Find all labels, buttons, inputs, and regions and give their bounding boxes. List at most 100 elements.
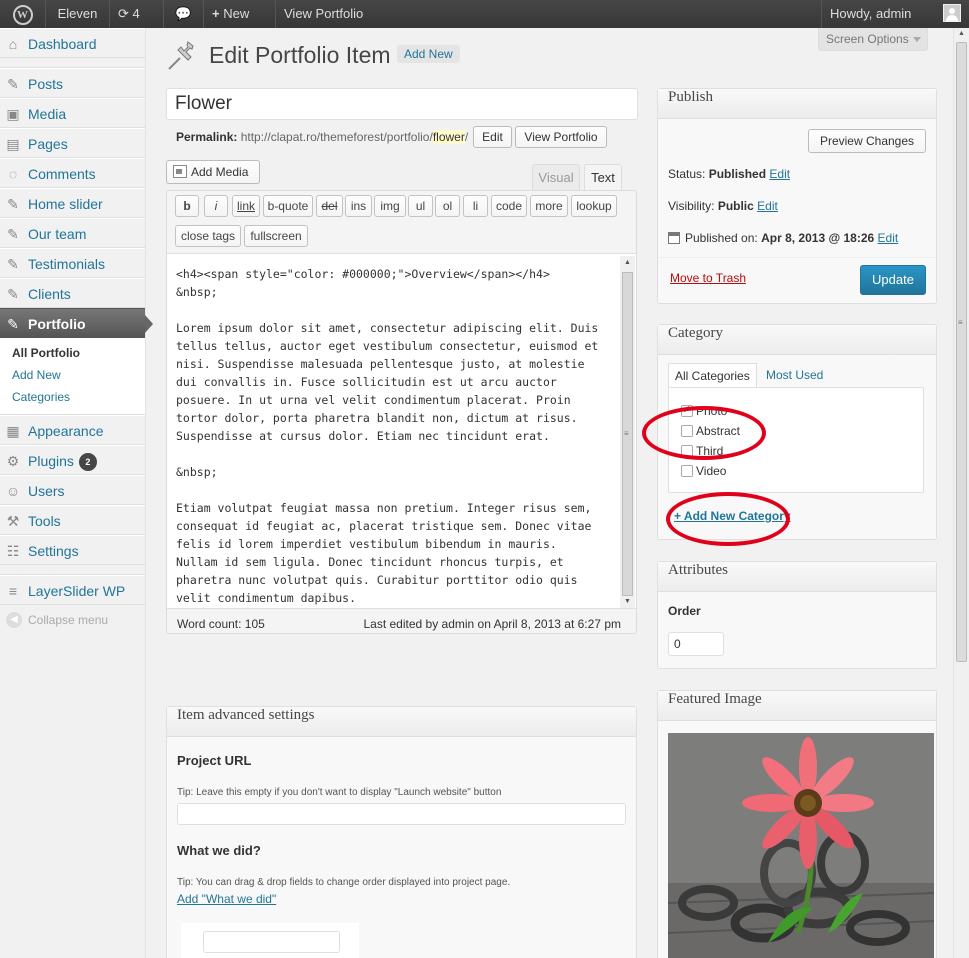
menu-comments[interactable]: ◌ Comments (0, 158, 145, 188)
menu-layerslider[interactable]: ≡ LayerSlider WP (0, 575, 145, 605)
qt-del-button[interactable]: del (316, 195, 343, 217)
permalink-label: Permalink: (176, 130, 238, 144)
comments-link[interactable]: 💬 (164, 0, 204, 28)
qt-ul-button[interactable]: ul (408, 195, 433, 217)
new-content-link[interactable]: + New (204, 0, 276, 28)
visibility-row: Visibility: Public Edit (668, 199, 778, 213)
what-we-did-input[interactable] (203, 931, 340, 953)
submenu-categories[interactable]: Categories (0, 386, 145, 408)
pushpin-icon: ✎ (7, 76, 19, 92)
edit-visibility-link[interactable]: Edit (757, 199, 778, 213)
screen-options-toggle[interactable]: Screen Options (818, 28, 928, 51)
attributes-title: Attributes (658, 562, 936, 592)
view-portfolio-link[interactable]: View Portfolio (276, 0, 376, 28)
site-name-link[interactable]: Eleven (46, 0, 110, 28)
menu-settings[interactable]: ☷ Settings (0, 535, 145, 565)
project-url-input[interactable] (177, 803, 626, 825)
menu-users[interactable]: ☺ Users (0, 475, 145, 505)
menu-testimonials[interactable]: ✎ Testimonials (0, 248, 145, 278)
submenu-all-portfolio[interactable]: All Portfolio (0, 342, 145, 364)
menu-separator (0, 565, 145, 575)
edit-permalink-button[interactable]: Edit (473, 126, 512, 148)
qt-lookup-button[interactable]: lookup (571, 195, 617, 217)
menu-label: Settings (28, 543, 79, 559)
category-checkbox[interactable] (681, 465, 693, 477)
qt-blockquote-button[interactable]: b-quote (263, 195, 313, 217)
menu-dashboard[interactable]: ⌂ Dashboard (0, 28, 145, 58)
order-label: Order (668, 604, 701, 618)
featured-image-title: Featured Image (658, 691, 936, 721)
permalink-slug[interactable]: flower (432, 130, 465, 144)
permalink-end: / (464, 130, 469, 144)
post-title-input[interactable]: Flower (166, 88, 638, 120)
qt-close-tags-button[interactable]: close tags (175, 225, 241, 247)
edit-status-link[interactable]: Edit (769, 167, 790, 181)
visibility-label: Visibility: (668, 199, 715, 213)
menu-label: Our team (28, 226, 87, 242)
qt-ins-button[interactable]: ins (345, 195, 372, 217)
featured-image-thumbnail[interactable] (668, 733, 934, 958)
menu-label: Clients (28, 286, 71, 302)
menu-separator (0, 58, 145, 68)
menu-media[interactable]: ▣ Media (0, 98, 145, 128)
qt-li-button[interactable]: li (463, 195, 488, 217)
appearance-icon: ▦ (6, 423, 20, 439)
wordpress-logo-menu[interactable]: W (0, 0, 46, 28)
menu-appearance[interactable]: ▦ Appearance (0, 415, 145, 445)
menu-clients[interactable]: ✎ Clients (0, 278, 145, 308)
qt-img-button[interactable]: img (374, 195, 406, 217)
add-media-button[interactable]: Add Media (166, 160, 260, 184)
chevron-down-icon (913, 37, 921, 42)
publish-title: Publish (658, 89, 936, 119)
menu-label: Users (28, 483, 65, 499)
menu-our-team[interactable]: ✎ Our team (0, 218, 145, 248)
content-textarea[interactable]: <h4><span style="color: #000000;">Overvi… (167, 253, 636, 609)
tab-visual[interactable]: Visual (532, 164, 580, 190)
editor-scrollbar[interactable]: ▲ ≡ ▼ (620, 256, 635, 608)
page-scrollbar[interactable]: ▲ ≡ (953, 28, 969, 958)
tab-all-categories[interactable]: All Categories (668, 363, 757, 387)
menu-label: Plugins (28, 453, 74, 469)
update-button[interactable]: Update (860, 265, 926, 295)
updates-link[interactable]: ⟳ 4 (110, 0, 164, 28)
menu-pages[interactable]: ▤ Pages (0, 128, 145, 158)
menu-label: Appearance (28, 423, 104, 439)
qt-link-button[interactable]: link (232, 195, 260, 217)
qt-italic-button[interactable]: i (204, 195, 228, 217)
page-scroll-thumb[interactable] (956, 42, 967, 662)
menu-plugins[interactable]: ⚙ Plugins 2 (0, 445, 145, 475)
collapse-menu-button[interactable]: ◀ Collapse menu (0, 605, 145, 635)
category-item[interactable]: Video (681, 464, 726, 478)
submenu-add-new[interactable]: Add New (0, 364, 145, 386)
edit-date-link[interactable]: Edit (878, 231, 899, 245)
advanced-settings-box: Item advanced settings Project URL Tip: … (166, 706, 637, 958)
menu-home-slider[interactable]: ✎ Home slider (0, 188, 145, 218)
tab-text[interactable]: Text (584, 164, 622, 190)
word-count: Word count: 105 (177, 617, 265, 631)
menu-label: Posts (28, 76, 64, 92)
qt-ol-button[interactable]: ol (435, 195, 460, 217)
menu-posts[interactable]: ✎ Posts (0, 68, 145, 98)
menu-label: Tools (28, 513, 61, 529)
qt-more-button[interactable]: more (530, 195, 568, 217)
add-what-we-did-link[interactable]: Add "What we did" (177, 892, 276, 906)
view-portfolio-button[interactable]: View Portfolio (515, 126, 607, 148)
add-new-button[interactable]: Add New (397, 45, 460, 63)
published-on-value: Apr 8, 2013 @ 18:26 (761, 231, 875, 245)
qt-code-button[interactable]: code (491, 195, 527, 217)
tab-most-used[interactable]: Most Used (760, 363, 829, 387)
move-to-trash-link[interactable]: Move to Trash (670, 271, 746, 285)
qt-bold-button[interactable]: b (175, 195, 199, 217)
user-account-menu[interactable]: Howdy, admin (821, 0, 969, 28)
media-icon (173, 165, 187, 178)
portfolio-pushpin-icon (166, 40, 198, 72)
admin-bar: W Eleven ⟳ 4 💬 + New View Portfolio Howd… (0, 0, 969, 28)
admin-menu: ⌂ Dashboard ✎ Posts ▣ Media ▤ Pages ◌ Comment… (0, 28, 153, 958)
menu-tools[interactable]: ⚒ Tools (0, 505, 145, 535)
qt-fullscreen-button[interactable]: fullscreen (244, 225, 308, 247)
order-input[interactable]: 0 (668, 632, 724, 656)
permalink-base: http://clapat.ro/themeforest/portfolio/ (240, 130, 433, 144)
preview-changes-button[interactable]: Preview Changes (808, 129, 926, 153)
status-row: Status: Published Edit (668, 167, 790, 181)
menu-portfolio[interactable]: ✎ Portfolio (0, 308, 153, 338)
